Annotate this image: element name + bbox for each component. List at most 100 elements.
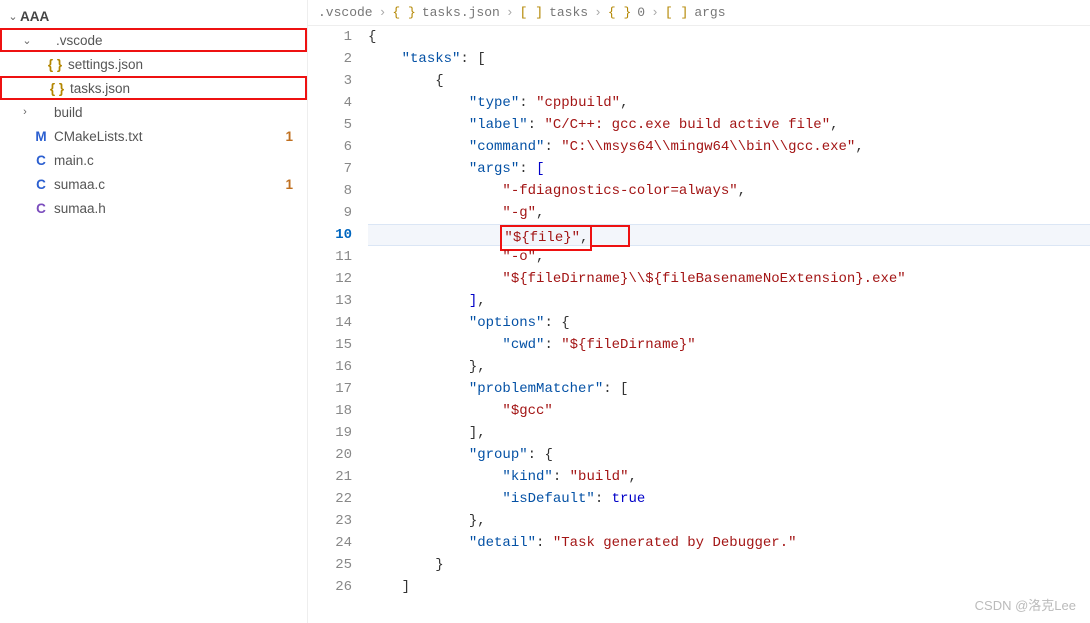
tree-file[interactable]: { } settings.json — [0, 52, 307, 76]
tree-file[interactable]: { } tasks.json — [0, 76, 307, 100]
code-line[interactable]: { — [368, 26, 1090, 48]
code-line[interactable]: ], — [368, 290, 1090, 312]
chevron-right-icon: › — [506, 5, 514, 20]
tree-item-label: settings.json — [68, 57, 307, 72]
line-number: 9 — [308, 202, 352, 224]
code-line[interactable]: "isDefault": true — [368, 488, 1090, 510]
tree-folder[interactable]: › build — [0, 100, 307, 124]
line-number: 16 — [308, 356, 352, 378]
tree-item-label: .vscode — [56, 33, 305, 48]
tree-item-label: sumaa.c — [54, 177, 285, 192]
json-icon: { } — [48, 81, 66, 96]
line-number: 5 — [308, 114, 352, 136]
line-number: 6 — [308, 136, 352, 158]
breadcrumb[interactable]: .vscode › { } tasks.json › [ ] tasks › { } 0 › [ ] a… — [308, 0, 1090, 26]
breadcrumb-type-icon: { } — [608, 5, 631, 20]
line-number: 15 — [308, 334, 352, 356]
line-number: 4 — [308, 92, 352, 114]
code-line[interactable]: "-o", — [368, 246, 1090, 268]
code-line[interactable]: "problemMatcher": [ — [368, 378, 1090, 400]
line-number: 14 — [308, 312, 352, 334]
tree-item-label: build — [54, 105, 307, 120]
chevron-down-icon: ⌄ — [6, 10, 20, 23]
tree-root[interactable]: ⌄ AAA — [0, 4, 307, 28]
line-number-gutter: 1234567891011121314151617181920212223242… — [308, 26, 368, 623]
chevron-right-icon: › — [594, 5, 602, 20]
line-number: 17 — [308, 378, 352, 400]
code-content[interactable]: { "tasks": [ { "type": "cppbuild", "labe… — [368, 26, 1090, 623]
file-explorer: ⌄ AAA ⌄.vscode{ }settings.json{ }tasks.j… — [0, 0, 308, 623]
tree-item-label: main.c — [54, 153, 307, 168]
code-line[interactable]: "${file}", — [368, 224, 1090, 246]
tree-root-label: AAA — [20, 9, 307, 24]
chevron-right-icon: › — [18, 106, 32, 118]
code-line[interactable]: "type": "cppbuild", — [368, 92, 1090, 114]
breadcrumb-type-icon: [ ] — [665, 5, 688, 20]
problems-badge: 1 — [285, 129, 293, 144]
line-number: 7 — [308, 158, 352, 180]
code-line[interactable]: "args": [ — [368, 158, 1090, 180]
tree-folder[interactable]: ⌄ .vscode — [0, 28, 307, 52]
line-number: 19 — [308, 422, 352, 444]
c-file-icon: C — [32, 177, 50, 192]
code-line[interactable]: "${fileDirname}\\${fileBasenameNoExtensi… — [368, 268, 1090, 290]
line-number: 3 — [308, 70, 352, 92]
breadcrumb-segment[interactable]: tasks.json — [422, 5, 500, 20]
breadcrumb-type-icon: { } — [392, 5, 415, 20]
tree-item-label: CMakeLists.txt — [54, 129, 285, 144]
line-number: 22 — [308, 488, 352, 510]
line-number: 2 — [308, 48, 352, 70]
code-line[interactable]: "kind": "build", — [368, 466, 1090, 488]
breadcrumb-segment[interactable]: tasks — [549, 5, 588, 20]
code-line[interactable]: "-fdiagnostics-color=always", — [368, 180, 1090, 202]
line-number: 1 — [308, 26, 352, 48]
line-number: 12 — [308, 268, 352, 290]
code-line[interactable]: "$gcc" — [368, 400, 1090, 422]
line-number: 20 — [308, 444, 352, 466]
editor-pane: .vscode › { } tasks.json › [ ] tasks › { } 0 › [ ] a… — [308, 0, 1090, 623]
code-line[interactable]: }, — [368, 356, 1090, 378]
line-number: 26 — [308, 576, 352, 598]
code-line[interactable]: "cwd": "${fileDirname}" — [368, 334, 1090, 356]
line-number: 18 — [308, 400, 352, 422]
header-file-icon: C — [32, 201, 50, 216]
line-number: 23 — [308, 510, 352, 532]
code-line[interactable]: ], — [368, 422, 1090, 444]
tree-file[interactable]: Csumaa.c1 — [0, 172, 307, 196]
line-number: 21 — [308, 466, 352, 488]
c-file-icon: C — [32, 153, 50, 168]
code-line[interactable]: } — [368, 554, 1090, 576]
code-line[interactable]: "command": "C:\\msys64\\mingw64\\bin\\gc… — [368, 136, 1090, 158]
line-number: 11 — [308, 246, 352, 268]
code-line[interactable]: }, — [368, 510, 1090, 532]
breadcrumb-type-icon: [ ] — [520, 5, 543, 20]
code-line[interactable]: "-g", — [368, 202, 1090, 224]
chevron-right-icon: › — [651, 5, 659, 20]
tree-item-label: tasks.json — [70, 81, 305, 96]
cmake-icon: M — [32, 129, 50, 144]
chevron-right-icon: › — [379, 5, 387, 20]
problems-badge: 1 — [285, 177, 293, 192]
code-line[interactable]: "tasks": [ — [368, 48, 1090, 70]
code-line[interactable]: "label": "C/C++: gcc.exe build active fi… — [368, 114, 1090, 136]
tree-item-label: sumaa.h — [54, 201, 307, 216]
breadcrumb-segment[interactable]: args — [694, 5, 725, 20]
json-icon: { } — [46, 57, 64, 72]
line-number: 13 — [308, 290, 352, 312]
code-line[interactable]: { — [368, 70, 1090, 92]
line-number: 8 — [308, 180, 352, 202]
breadcrumb-segment[interactable]: .vscode — [318, 5, 373, 20]
code-line[interactable]: "options": { — [368, 312, 1090, 334]
chevron-down-icon: ⌄ — [20, 34, 34, 47]
tree-file[interactable]: M CMakeLists.txt1 — [0, 124, 307, 148]
breadcrumb-segment[interactable]: 0 — [637, 5, 645, 20]
line-number: 10 — [308, 224, 352, 246]
code-area[interactable]: 1234567891011121314151617181920212223242… — [308, 26, 1090, 623]
watermark: CSDN @洛克Lee — [975, 595, 1076, 617]
line-number: 25 — [308, 554, 352, 576]
tree-file[interactable]: Cmain.c — [0, 148, 307, 172]
code-line[interactable]: "group": { — [368, 444, 1090, 466]
line-number: 24 — [308, 532, 352, 554]
code-line[interactable]: "detail": "Task generated by Debugger." — [368, 532, 1090, 554]
tree-file[interactable]: Csumaa.h — [0, 196, 307, 220]
